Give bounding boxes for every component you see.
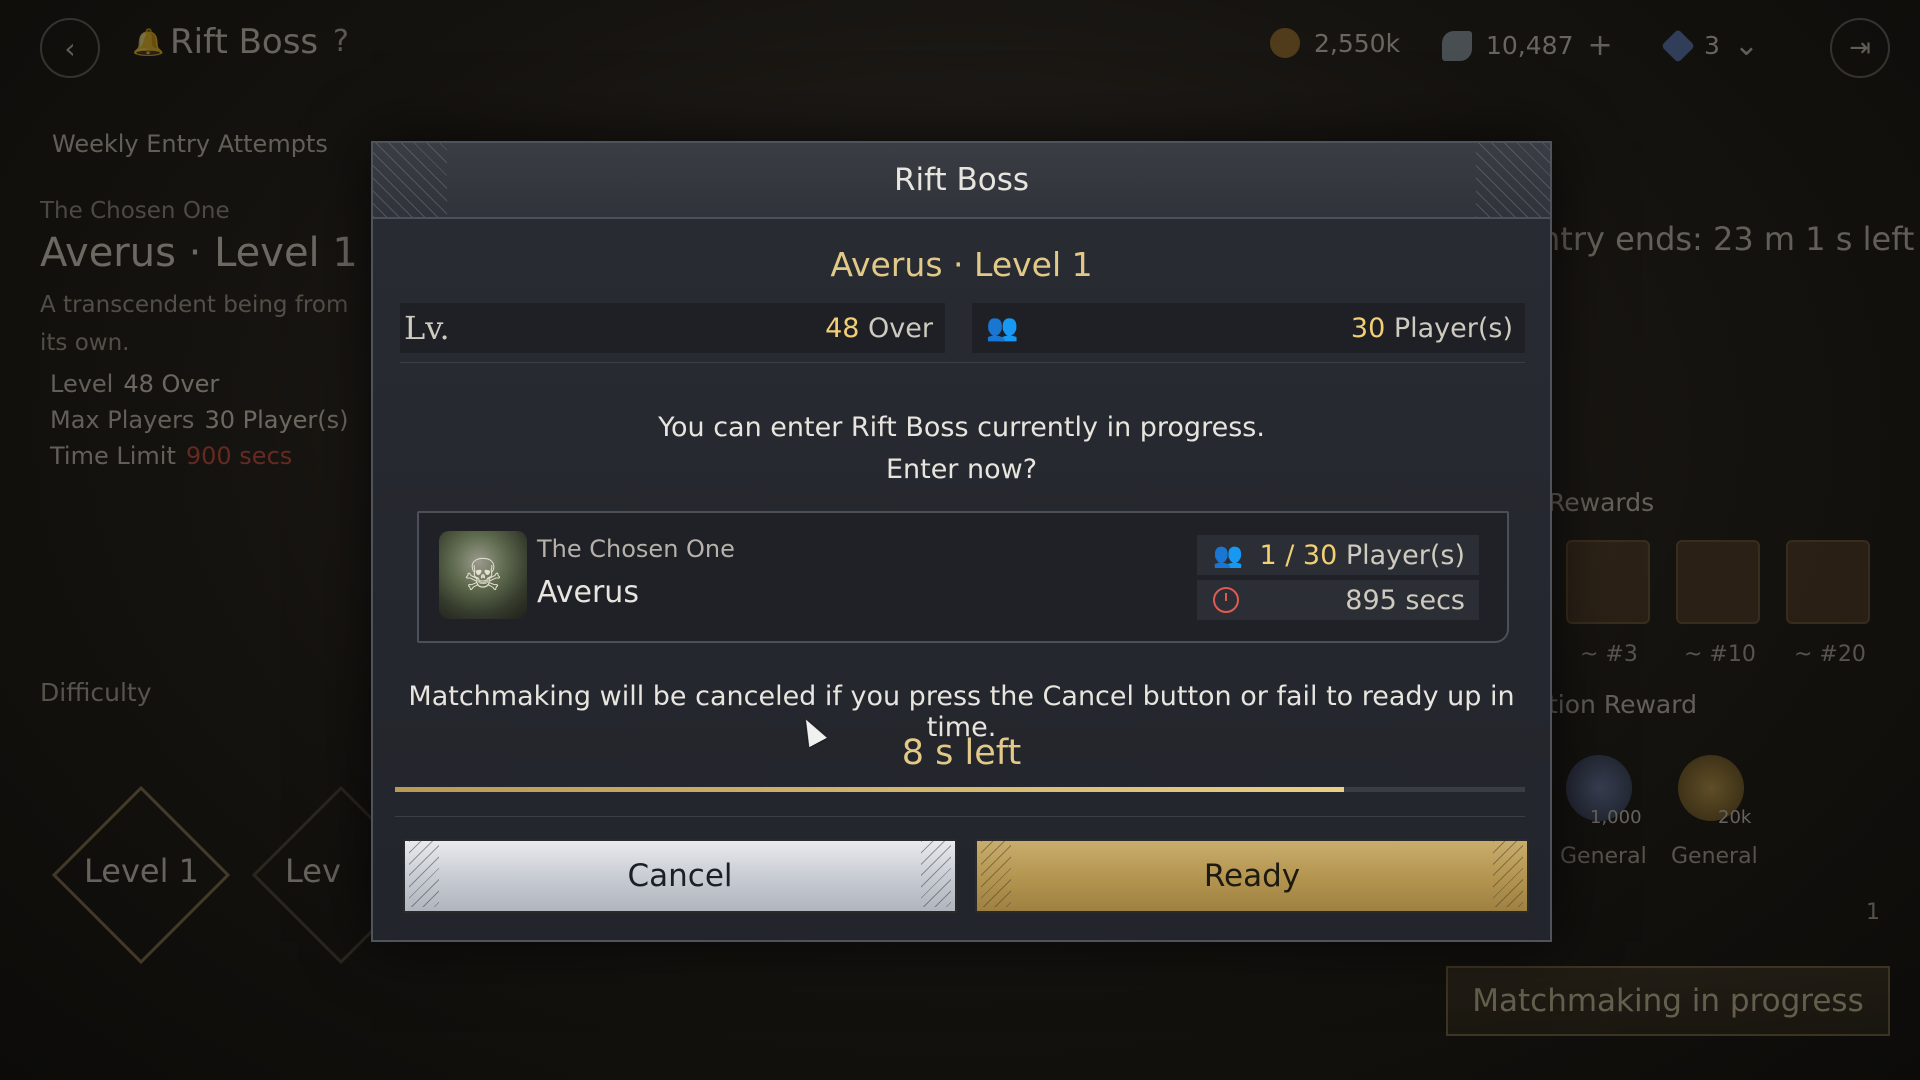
gold-coin-icon	[1270, 28, 1300, 58]
boss-portrait: ☠	[439, 531, 527, 619]
session-players-value: 1 / 30 Player(s)	[1259, 540, 1465, 571]
rewards-label: Rewards	[1548, 488, 1655, 517]
ready-button-label: Ready	[1203, 858, 1301, 894]
currency-feather: 10,487 +	[1442, 28, 1613, 63]
cancel-button[interactable]: Cancel	[403, 839, 957, 913]
bell-icon[interactable]: 🔔	[132, 28, 164, 58]
add-feather-button[interactable]: +	[1587, 28, 1612, 63]
divider	[400, 362, 1525, 363]
crystal-icon	[1661, 28, 1695, 63]
reward-chest-3[interactable]	[1786, 540, 1870, 624]
boss-description: A transcendent being from its own.	[40, 292, 349, 356]
screen-title: Rift Boss	[170, 22, 319, 62]
countdown-timer: 8 s left	[901, 733, 1022, 773]
max-players: 30 Player(s)	[1351, 313, 1513, 344]
players-icon: 👥	[1213, 541, 1243, 569]
entry-message-line-2: Enter now?	[885, 454, 1038, 485]
participation-reward-label: tion Reward	[1548, 690, 1697, 719]
session-time: 895 secs	[1197, 580, 1479, 620]
crystal-amount: 3	[1704, 31, 1720, 60]
level-icon: Lv.	[404, 309, 450, 347]
level-stat-label: Level	[50, 370, 114, 398]
weekly-attempts-label: Weekly Entry Attempts	[52, 130, 328, 158]
entry-message-line-1: You can enter Rift Boss currently in pro…	[658, 412, 1265, 443]
boss-title: Averus · Level 1	[40, 230, 358, 276]
session-card: ☠ The Chosen One Averus 👥 1 / 30 Player(…	[417, 511, 1509, 643]
chevron-down-icon[interactable]: ⌄	[1734, 28, 1759, 63]
reward-chest-2[interactable]	[1676, 540, 1760, 624]
difficulty-label: Difficulty	[40, 678, 152, 707]
top-bar: ‹ 🔔 Rift Boss ? 2,550k 10,487 + 3 ⌄ ⇥	[0, 0, 1920, 90]
players-suffix: Player(s)	[1393, 312, 1513, 344]
max-players-label: Max Players	[50, 406, 195, 434]
header-ornament-right	[1476, 143, 1550, 217]
dialog-title: Rift Boss	[893, 162, 1030, 198]
time-limit-value: 900 secs	[185, 442, 293, 470]
chosen-label: The Chosen One	[40, 198, 230, 224]
max-players-stat: Max Players 30 Player(s)	[50, 406, 370, 434]
exit-button[interactable]: ⇥	[1830, 18, 1890, 78]
difficulty-level-1-label: Level 1	[84, 852, 199, 890]
session-time-value: 895 secs	[1345, 584, 1465, 616]
session-players-count: 1 / 30	[1259, 539, 1338, 571]
reward-category-1: General	[1560, 844, 1647, 869]
boss-name: Averus · Level 1	[830, 245, 1093, 284]
level-requirement: 48 Over	[825, 313, 933, 344]
currency-gold: 2,550k	[1270, 28, 1400, 58]
time-limit-label: Time Limit	[50, 442, 176, 470]
chest-rank-3: ~ #20	[1794, 642, 1866, 667]
header-ornament-left	[373, 143, 447, 217]
session-boss-name: Averus	[537, 575, 639, 610]
time-limit-stat: Time Limit 900 secs	[50, 442, 370, 470]
session-label: The Chosen One	[537, 535, 735, 563]
reward-amount-1: 1,000	[1590, 807, 1642, 828]
session-players-suffix: Player(s)	[1345, 539, 1465, 571]
exit-icon: ⇥	[1849, 33, 1871, 63]
players-number: 30	[1350, 312, 1386, 344]
chest-rank-1: ~ #3	[1580, 642, 1638, 667]
entry-message: You can enter Rift Boss currently in pro…	[373, 407, 1550, 491]
gold-amount: 2,550k	[1314, 28, 1401, 58]
dialog-header: Rift Boss	[373, 143, 1550, 219]
clock-icon	[1213, 587, 1239, 613]
chest-rank-2: ~ #10	[1684, 642, 1756, 667]
reward-amount-2: 20k	[1718, 807, 1752, 828]
reward-category-2: General	[1671, 844, 1758, 869]
session-players: 👥 1 / 30 Player(s)	[1197, 535, 1479, 575]
back-arrow-icon: ‹	[64, 31, 76, 65]
difficulty-level-2-label: Lev	[285, 852, 341, 890]
feather-icon	[1442, 30, 1472, 61]
level-stat-value: 48 Over	[123, 370, 220, 398]
button-divider	[395, 816, 1525, 817]
players-icon: 👥	[986, 313, 1019, 343]
countdown-progress-fill	[395, 787, 1345, 792]
matchmaking-status-button[interactable]: Matchmaking in progress	[1446, 966, 1890, 1036]
level-number: 48	[825, 312, 860, 344]
entry-ends-timer: ntry ends: 23 m 1 s left	[1540, 220, 1915, 258]
ready-button[interactable]: Ready	[975, 839, 1529, 913]
countdown-progress-bar	[395, 787, 1525, 792]
feather-amount: 10,487	[1486, 31, 1574, 60]
max-players-row: 👥 30 Player(s)	[972, 303, 1525, 353]
matchmaking-dialog: Rift Boss Averus · Level 1 Lv. 48 Over 👥…	[371, 141, 1552, 942]
max-players-value: 30 Player(s)	[204, 406, 349, 434]
help-icon[interactable]: ?	[333, 24, 349, 59]
level-requirement-row: Lv. 48 Over	[400, 303, 945, 353]
reward-count: 1	[1866, 900, 1880, 925]
reward-chest-1[interactable]	[1566, 540, 1650, 624]
currency-crystal: 3 ⌄	[1661, 28, 1759, 63]
level-suffix: Over	[868, 312, 933, 344]
level-stat: Level 48 Over	[50, 370, 370, 398]
cancel-button-label: Cancel	[627, 858, 733, 894]
back-button[interactable]: ‹	[40, 18, 100, 78]
boss-info-panel: Weekly Entry Attempts The Chosen One Ave…	[40, 130, 370, 470]
